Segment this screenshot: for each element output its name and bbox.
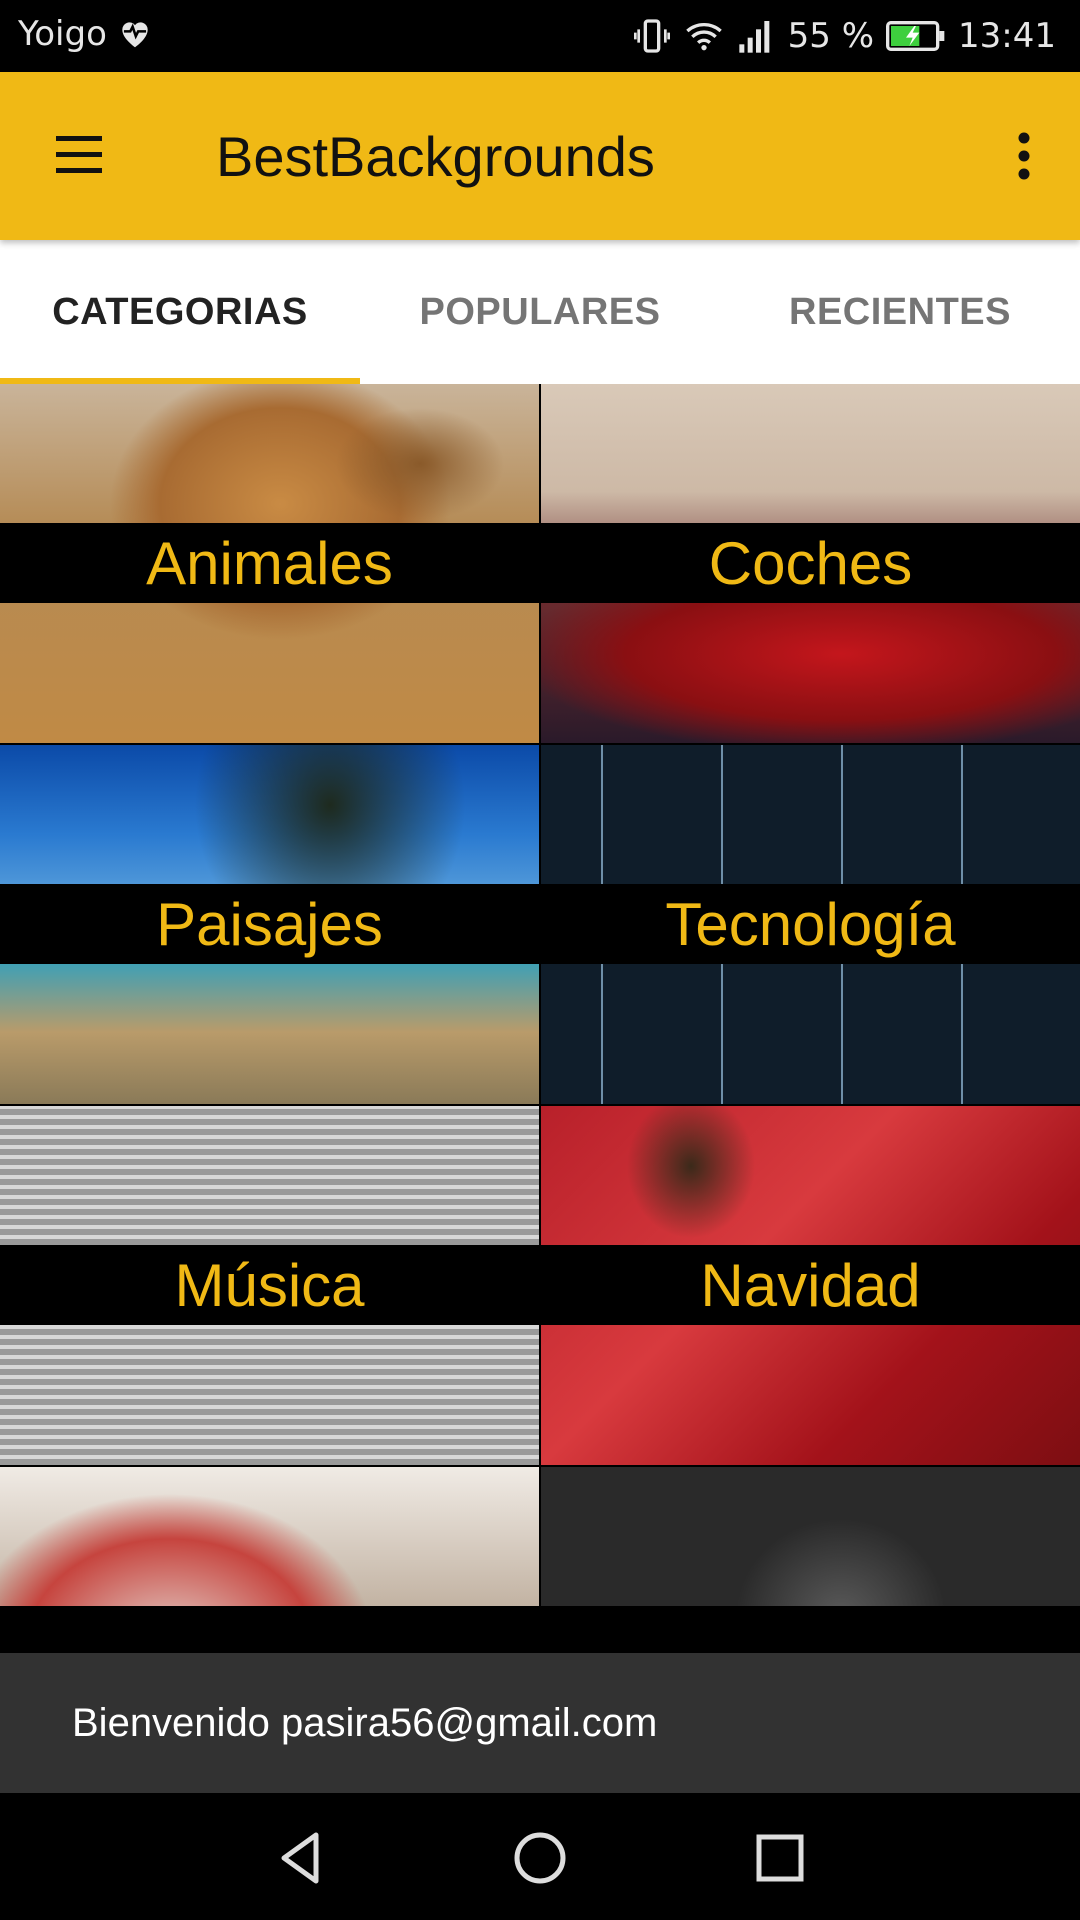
hamburger-menu-icon[interactable] <box>46 124 114 184</box>
category-label: Música <box>174 1251 365 1319</box>
category-label: Animales <box>146 529 393 597</box>
vibrate-icon <box>633 19 670 53</box>
category-tile-coches[interactable]: Coches <box>541 384 1080 743</box>
category-tile-animales[interactable]: Animales <box>0 384 539 743</box>
category-label: Tecnología <box>665 890 956 958</box>
tab-recientes[interactable]: RECIENTES <box>720 240 1080 384</box>
category-label-band: Coches <box>541 523 1080 603</box>
carrier-name: Yoigo <box>18 14 107 54</box>
tab-populares[interactable]: POPULARES <box>360 240 720 384</box>
signal-icon <box>738 21 769 53</box>
battery-charging-icon <box>886 21 945 51</box>
status-bar: Yoigo 55 % 13:41 <box>0 0 1080 72</box>
tab-bar: CATEGORIAS POPULARES RECIENTES <box>0 240 1080 384</box>
clock: 13:41 <box>958 16 1056 56</box>
category-tile-partial[interactable] <box>541 1467 1080 1653</box>
category-label: Coches <box>708 529 913 597</box>
category-label-band <box>0 1606 539 1653</box>
heart-monitor-icon <box>122 22 148 48</box>
category-tile-musica[interactable]: Música <box>0 1106 539 1465</box>
navigation-bar <box>0 1793 1080 1920</box>
category-tile-navidad[interactable]: Navidad <box>541 1106 1080 1465</box>
category-label: Navidad <box>700 1251 921 1319</box>
tab-categorias[interactable]: CATEGORIAS <box>0 240 360 384</box>
category-label-band: Paisajes <box>0 884 539 964</box>
more-vert-icon[interactable] <box>1004 126 1044 186</box>
category-label-band: Animales <box>0 523 539 603</box>
category-label-band: Música <box>0 1245 539 1325</box>
category-label-band: Tecnología <box>541 884 1080 964</box>
wifi-icon <box>685 23 722 51</box>
battery-percentage: 55 % <box>787 16 875 56</box>
category-tile-tecnologia[interactable]: Tecnología <box>541 745 1080 1104</box>
category-tile-partial[interactable] <box>0 1467 539 1653</box>
category-grid: Animales Coches Paisajes Tecnología Músi… <box>0 384 1080 1653</box>
snackbar: Bienvenido pasira56@gmail.com <box>0 1653 1080 1793</box>
category-label-band <box>541 1606 1080 1653</box>
category-tile-paisajes[interactable]: Paisajes <box>0 745 539 1104</box>
recents-icon[interactable] <box>745 1823 815 1893</box>
status-icons: 55 % 13:41 <box>632 12 1056 60</box>
app-title: BestBackgrounds <box>216 125 655 188</box>
category-label-band: Navidad <box>541 1245 1080 1325</box>
home-icon[interactable] <box>505 1823 575 1893</box>
back-icon[interactable] <box>266 1823 336 1893</box>
snackbar-message: Bienvenido pasira56@gmail.com <box>72 1700 658 1745</box>
category-label: Paisajes <box>156 890 383 958</box>
app-bar: BestBackgrounds <box>0 72 1080 240</box>
